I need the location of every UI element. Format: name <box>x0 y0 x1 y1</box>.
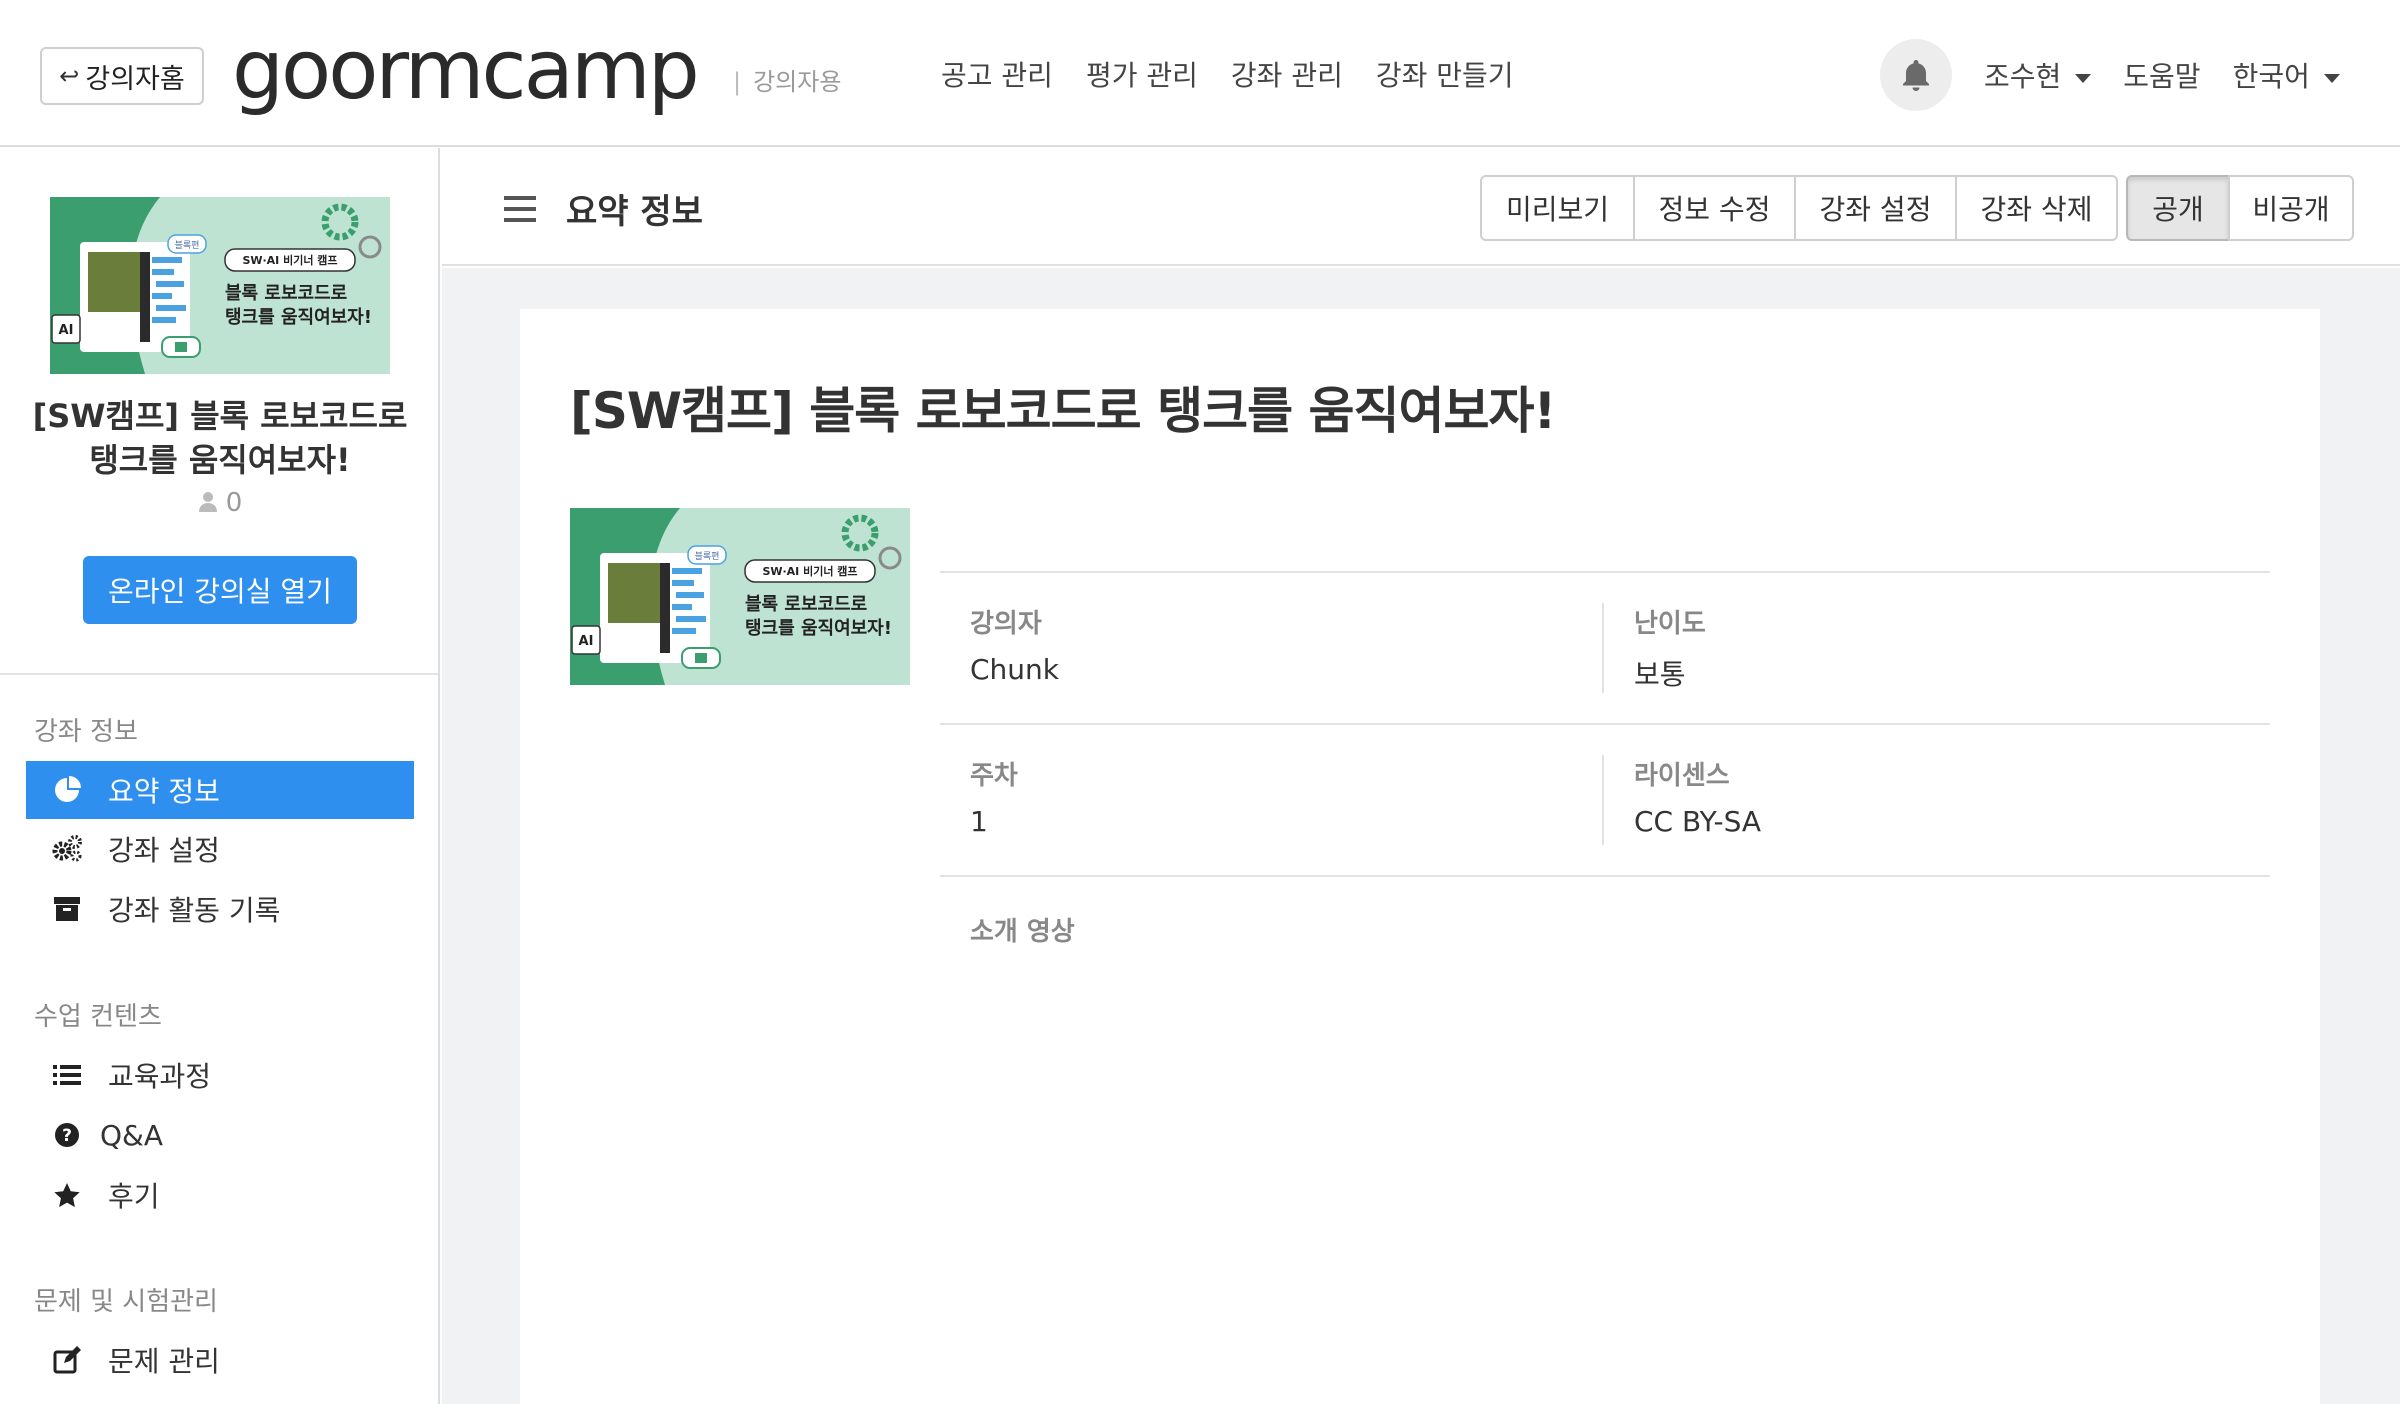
archive-icon <box>52 894 82 924</box>
instructor-value: Chunk <box>970 653 1060 686</box>
nav-create-course[interactable]: 강좌 만들기 <box>1376 54 1514 94</box>
license-value: CC BY-SA <box>1634 805 1762 838</box>
chevron-down-icon <box>2075 73 2092 83</box>
sidebar-item-summary[interactable]: 요약 정보 <box>26 761 414 819</box>
difficulty-label: 난이도 <box>1634 609 1706 639</box>
course-thumbnail-large: AI 블록편 SW·AI 비기너 캠프 블록 로보코드로 탱크를 움직여보자! <box>570 508 910 685</box>
license-cell: 라이센스 CC BY-SA <box>1604 725 2270 877</box>
chevron-down-icon <box>2323 73 2340 83</box>
public-button[interactable]: 공개 <box>2126 175 2230 241</box>
weeks-label: 주차 <box>970 761 1018 791</box>
svg-text:SW·AI 비기너 캠프: SW·AI 비기너 캠프 <box>242 253 337 267</box>
svg-text:블록 로보코드로: 블록 로보코드로 <box>225 283 347 304</box>
goormcamp-logo[interactable]: goormcamp <box>232 26 700 116</box>
svg-text:AI: AI <box>579 634 594 649</box>
svg-text:SW·AI 비기너 캠프: SW·AI 비기너 캠프 <box>762 564 857 578</box>
open-online-classroom-button[interactable]: 온라인 강의실 열기 <box>83 556 357 624</box>
svg-text:AI: AI <box>59 323 74 338</box>
svg-text:블록편: 블록편 <box>175 239 200 251</box>
edit-icon <box>52 1345 82 1375</box>
top-header: ↩ 강의자홈 goormcamp | 강의자용 공고 관리 평가 관리 강좌 관리… <box>0 0 2400 147</box>
course-thumbnail: AI 블록편 SW·AI 비기너 캠프 블록 로보코드로 탱크를 움직여보자! <box>50 197 390 374</box>
sidebar: AI 블록편 SW·AI 비기너 캠프 블록 로보코드로 탱크를 움직여보자! … <box>0 148 440 1404</box>
sidebar-item-course-settings[interactable]: 강좌 설정 <box>26 820 414 878</box>
summary-card: [SW캠프] 블록 로보코드로 탱크를 움직여보자! AI 블록편 SW·AI … <box>520 309 2320 1404</box>
course-settings-button[interactable]: 강좌 설정 <box>1794 175 1957 241</box>
gears-icon <box>52 834 82 864</box>
info-row: 소개 영상 <box>940 875 2270 965</box>
difficulty-value: 보통 <box>1634 658 1686 691</box>
instructor-label: 강의자 <box>970 609 1042 639</box>
preview-button[interactable]: 미리보기 <box>1480 175 1635 241</box>
section-label-course-info: 강좌 정보 <box>34 717 138 747</box>
section-label-class-content: 수업 컨텐츠 <box>34 1002 162 1032</box>
section-label-problem-exam: 문제 및 시험관리 <box>34 1287 218 1317</box>
info-row: 강의자 Chunk 난이도 보통 <box>940 571 2270 723</box>
sidebar-divider <box>0 673 438 675</box>
delete-course-button[interactable]: 강좌 삭제 <box>1955 175 2118 241</box>
edit-info-button[interactable]: 정보 수정 <box>1633 175 1796 241</box>
language-dropdown[interactable]: 한국어 <box>2233 55 2340 95</box>
sidebar-item-curriculum[interactable]: 교육과정 <box>26 1046 414 1104</box>
svg-text:탱크를 움직여보자!: 탱크를 움직여보자! <box>745 618 892 639</box>
instructor-cell: 강의자 Chunk <box>940 603 1604 693</box>
user-icon <box>198 492 217 512</box>
action-buttons: 미리보기 정보 수정 강좌 설정 강좌 삭제 공개 비공개 <box>1480 175 2354 241</box>
user-menu: 조수현 도움말 한국어 <box>1984 55 2340 95</box>
sidebar-course-title: [SW캠프] 블록 로보코드로 탱크를 움직여보자! <box>32 397 408 479</box>
sidebar-item-activity-log[interactable]: 강좌 활동 기록 <box>26 880 414 938</box>
pie-chart-icon <box>52 775 82 805</box>
content-header: 요약 정보 미리보기 정보 수정 강좌 설정 강좌 삭제 공개 비공개 <box>442 148 2400 266</box>
info-row: 주차 1 라이센스 CC BY-SA <box>940 723 2270 875</box>
course-info-table: 강의자 Chunk 난이도 보통 주차 1 라이센스 CC BY-SA 소개 영… <box>940 571 2270 965</box>
question-circle-icon: ? <box>52 1120 82 1150</box>
weeks-value: 1 <box>970 805 988 838</box>
svg-text:블록편: 블록편 <box>695 550 720 562</box>
svg-text:?: ? <box>62 1126 72 1146</box>
nav-evaluation-management[interactable]: 평가 관리 <box>1086 54 1198 94</box>
page-title: 요약 정보 <box>566 192 703 232</box>
star-icon <box>52 1180 82 1210</box>
visibility-toggle: 공개 비공개 <box>2126 175 2354 241</box>
nav-course-management[interactable]: 강좌 관리 <box>1231 54 1343 94</box>
back-arrow-icon: ↩ <box>59 62 80 90</box>
weeks-cell: 주차 1 <box>940 755 1604 845</box>
list-icon <box>52 1060 82 1090</box>
svg-text:블록 로보코드로: 블록 로보코드로 <box>745 594 867 615</box>
notification-bell-icon[interactable] <box>1880 39 1952 111</box>
user-dropdown[interactable]: 조수현 <box>1984 55 2092 95</box>
svg-text:탱크를 움직여보자!: 탱크를 움직여보자! <box>225 307 372 328</box>
nav-notice-management[interactable]: 공고 관리 <box>941 54 1053 94</box>
instructor-home-label: 강의자홈 <box>85 63 185 95</box>
course-title: [SW캠프] 블록 로보코드로 탱크를 움직여보자! <box>570 382 1556 440</box>
sidebar-item-reviews[interactable]: 후기 <box>26 1166 414 1224</box>
help-link[interactable]: 도움말 <box>2123 55 2200 95</box>
instructor-home-button[interactable]: ↩ 강의자홈 <box>40 47 204 105</box>
sidebar-item-qna[interactable]: ? Q&A <box>26 1106 414 1164</box>
hamburger-menu-icon[interactable] <box>504 196 536 222</box>
student-count: 0 <box>0 488 440 518</box>
license-label: 라이센스 <box>1634 761 1730 791</box>
difficulty-cell: 난이도 보통 <box>1604 573 2270 725</box>
intro-video-label: 소개 영상 <box>970 917 1075 947</box>
sidebar-item-problem-management[interactable]: 문제 관리 <box>26 1331 414 1389</box>
top-nav: 공고 관리 평가 관리 강좌 관리 강좌 만들기 <box>941 54 1514 94</box>
logo-subtitle: | 강의자용 <box>733 68 842 96</box>
private-button[interactable]: 비공개 <box>2228 175 2354 241</box>
